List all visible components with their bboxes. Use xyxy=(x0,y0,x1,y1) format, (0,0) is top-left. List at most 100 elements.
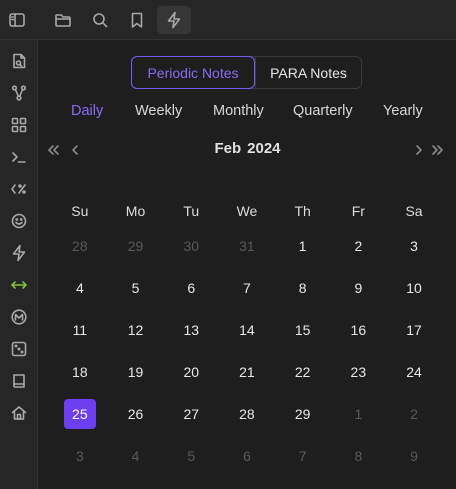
tab-monthly[interactable]: Monthly xyxy=(213,103,264,119)
calendar-day-today[interactable]: 25 xyxy=(63,399,96,429)
calendar-day[interactable]: 9 xyxy=(342,273,374,303)
tab-yearly[interactable]: Yearly xyxy=(383,103,423,119)
calendar-day[interactable]: 28 xyxy=(64,231,96,261)
lightning-icon xyxy=(12,244,26,262)
dice-button[interactable] xyxy=(4,336,34,362)
weekday-header: Mo xyxy=(125,203,146,219)
calendar-day[interactable]: 14 xyxy=(231,315,263,345)
next-year-button[interactable] xyxy=(429,141,447,159)
calendar-day[interactable]: 10 xyxy=(398,273,430,303)
bookmark-icon xyxy=(131,12,143,28)
tab-quarterly[interactable]: Quarterly xyxy=(293,103,353,119)
calendar-day[interactable]: 23 xyxy=(342,357,374,387)
dice-icon xyxy=(11,341,27,357)
calendar-day[interactable]: 7 xyxy=(287,441,319,471)
lightning-button[interactable] xyxy=(157,6,191,34)
calendar-day[interactable]: 16 xyxy=(342,315,374,345)
weekday-header: We xyxy=(236,203,258,219)
home-button[interactable] xyxy=(4,400,34,426)
top-toolbar xyxy=(0,0,456,40)
calendar-day[interactable]: 28 xyxy=(231,399,263,429)
smiley-icon xyxy=(11,213,27,229)
markdown-circle-icon xyxy=(11,309,27,325)
calendar-day[interactable]: 30 xyxy=(175,231,207,261)
calendar-day[interactable]: 8 xyxy=(342,441,374,471)
calendar-day[interactable]: 1 xyxy=(287,231,319,261)
tab-weekly[interactable]: Weekly xyxy=(135,103,182,119)
lightning-icon xyxy=(167,11,181,29)
calendar-day[interactable]: 4 xyxy=(64,273,96,303)
calendar-day[interactable]: 4 xyxy=(120,441,152,471)
calendar-day[interactable]: 3 xyxy=(398,231,430,261)
calendar-day[interactable]: 6 xyxy=(231,441,263,471)
weekday-header: Sa xyxy=(405,203,423,219)
home-icon xyxy=(11,406,27,420)
terminal-icon xyxy=(12,152,26,163)
calendar-day[interactable]: 22 xyxy=(287,357,319,387)
smiley-button[interactable] xyxy=(4,208,34,234)
calendar-day[interactable]: 12 xyxy=(120,315,152,345)
terminal-button[interactable] xyxy=(4,144,34,170)
weekday-header: Su xyxy=(71,203,89,219)
calendar-day[interactable]: 18 xyxy=(64,357,96,387)
calendar-day[interactable]: 6 xyxy=(175,273,207,303)
template-icon xyxy=(11,184,26,194)
weekday-header: Th xyxy=(294,203,311,219)
weekday-header: Tu xyxy=(183,203,200,219)
year-label: 2024 xyxy=(247,140,281,157)
para-notes-tab[interactable]: PARA Notes xyxy=(255,57,361,88)
lightning-ribbon-button[interactable] xyxy=(4,240,34,266)
left-ribbon xyxy=(0,40,38,489)
markdown-button[interactable] xyxy=(4,304,34,330)
blocks-icon xyxy=(11,117,27,133)
next-month-button[interactable] xyxy=(410,141,428,159)
calendar-day[interactable]: 26 xyxy=(120,399,152,429)
calendar-day[interactable]: 8 xyxy=(287,273,319,303)
calendar-day[interactable]: 31 xyxy=(231,231,263,261)
double-chevron-right-icon xyxy=(432,145,443,155)
month-label: Feb xyxy=(214,140,242,157)
calendar-day[interactable]: 9 xyxy=(398,441,430,471)
graph-button[interactable] xyxy=(4,80,34,106)
tab-daily[interactable]: Daily xyxy=(71,103,103,119)
blocks-button[interactable] xyxy=(4,112,34,138)
period-tabs: Daily Weekly Monthly Quarterly Yearly xyxy=(39,103,456,125)
calendar-day[interactable]: 7 xyxy=(231,273,263,303)
calendar-day[interactable]: 1 xyxy=(342,399,374,429)
calendar-day[interactable]: 27 xyxy=(175,399,207,429)
weekday-header: Fr xyxy=(351,203,365,219)
calendar-day[interactable]: 5 xyxy=(120,273,152,303)
calendar-day[interactable]: 2 xyxy=(398,399,430,429)
sidebar-toggle-button[interactable] xyxy=(0,6,34,34)
calendar-day[interactable]: 15 xyxy=(287,315,319,345)
calendar-day[interactable]: 5 xyxy=(175,441,207,471)
calendar-day[interactable]: 11 xyxy=(64,315,96,345)
folder-icon xyxy=(55,14,71,27)
calendar-day[interactable]: 17 xyxy=(398,315,430,345)
graph-icon xyxy=(11,85,27,101)
width-toggle-button[interactable] xyxy=(4,272,34,298)
template-button[interactable] xyxy=(4,176,34,202)
search-button[interactable] xyxy=(83,6,117,34)
calendar-day[interactable]: 19 xyxy=(120,357,152,387)
calendar-day[interactable]: 24 xyxy=(398,357,430,387)
calendar-day[interactable]: 13 xyxy=(175,315,207,345)
search-icon xyxy=(93,13,108,28)
periodic-notes-tab[interactable]: Periodic Notes xyxy=(131,56,255,89)
notes-type-switcher: Periodic Notes PARA Notes xyxy=(131,56,362,89)
month-title: Feb 2024 xyxy=(39,140,456,157)
new-note-icon xyxy=(13,53,26,69)
calendar-day[interactable]: 21 xyxy=(231,357,263,387)
arrows-horizontal-icon xyxy=(11,281,27,289)
calendar-day[interactable]: 20 xyxy=(175,357,207,387)
calendar-day[interactable]: 29 xyxy=(120,231,152,261)
bookmarks-button[interactable] xyxy=(120,6,154,34)
book-button[interactable] xyxy=(4,368,34,394)
sidebar-toggle-icon xyxy=(9,13,25,27)
calendar-day[interactable]: 29 xyxy=(287,399,319,429)
calendar-day[interactable]: 3 xyxy=(64,441,96,471)
files-button[interactable] xyxy=(46,6,80,34)
calendar-day[interactable]: 2 xyxy=(342,231,374,261)
chevron-right-icon xyxy=(416,145,422,155)
new-note-button[interactable] xyxy=(4,48,34,74)
